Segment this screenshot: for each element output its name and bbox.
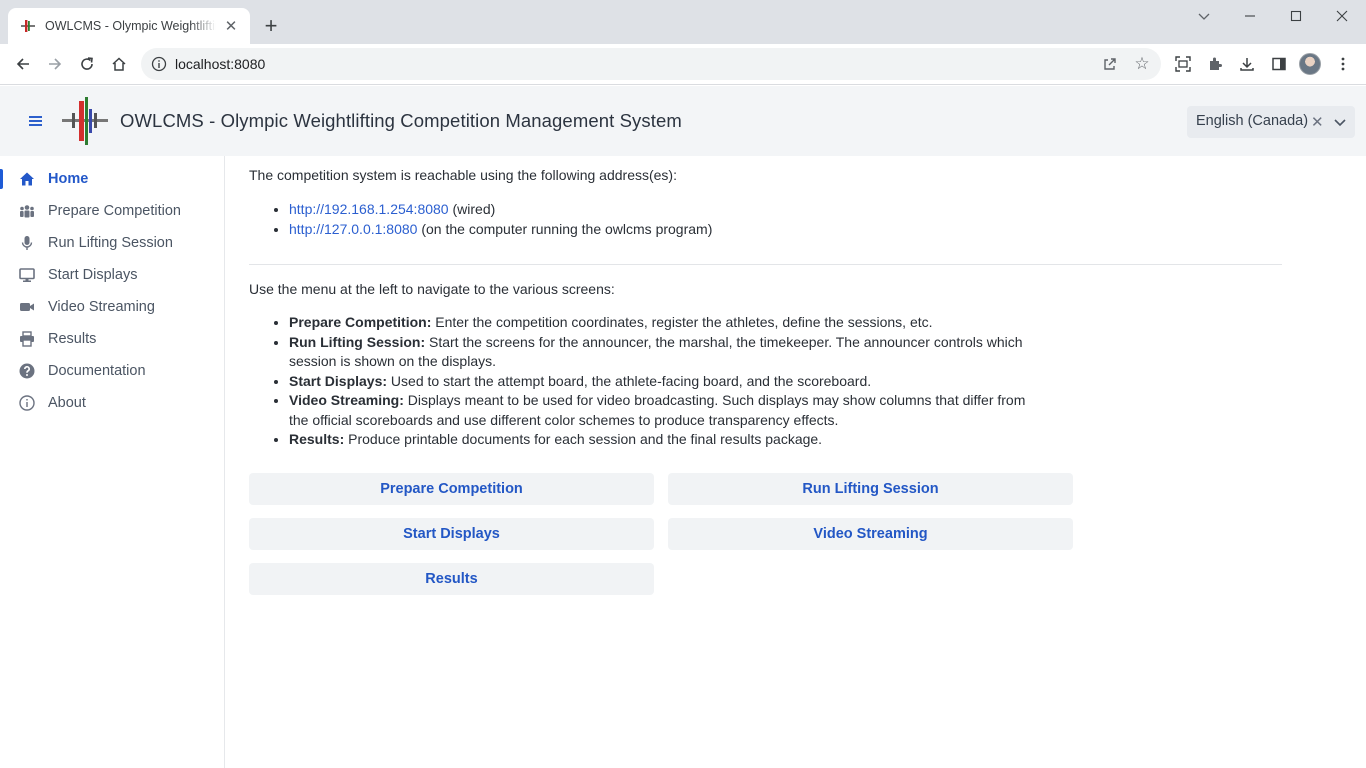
screen-capture-icon[interactable]	[1169, 50, 1197, 78]
address-link[interactable]: http://192.168.1.254:8080	[289, 201, 449, 217]
info-icon	[19, 395, 35, 411]
video-camera-icon	[20, 303, 34, 311]
sidebar-item-label: Start Displays	[48, 267, 138, 283]
owlcms-logo	[62, 97, 108, 145]
divider	[249, 264, 1282, 265]
home-icon	[20, 172, 34, 186]
reload-icon[interactable]	[73, 50, 101, 78]
list-item: Prepare Competition: Enter the competiti…	[289, 313, 1039, 333]
app-header: OWLCMS - Olympic Weightlifting Competiti…	[0, 86, 1366, 156]
minimize-icon[interactable]	[1227, 0, 1273, 32]
sidebar-item-label: Video Streaming	[48, 299, 155, 315]
extensions-icon[interactable]	[1201, 50, 1229, 78]
address-bar[interactable]: localhost:8080 ☆	[141, 48, 1161, 80]
app-title: OWLCMS - Olympic Weightlifting Competiti…	[120, 110, 682, 131]
browser-tabstrip: OWLCMS - Olympic Weightlifting Competiti…	[0, 0, 1366, 44]
sidebar-item-label: Documentation	[48, 363, 146, 379]
sidebar-item-home[interactable]: Home	[0, 163, 224, 195]
reach-intro-text: The competition system is reachable usin…	[249, 167, 677, 183]
sidebar-item-results[interactable]: Results	[0, 323, 224, 355]
description-text: Produce printable documents for each ses…	[344, 431, 823, 447]
address-url: localhost:8080	[175, 56, 266, 72]
menu-toggle-icon[interactable]	[26, 111, 46, 131]
microphone-icon	[21, 236, 33, 250]
video-streaming-button[interactable]: Video Streaming	[668, 518, 1073, 550]
list-item: Results: Produce printable documents for…	[289, 430, 1039, 450]
description-text: Enter the competition coordinates, regis…	[431, 314, 933, 330]
language-value: English (Canada)	[1196, 113, 1309, 129]
description-term: Video Streaming:	[289, 392, 404, 408]
sidebar-item-label: Home	[48, 171, 89, 187]
description-term: Start Displays:	[289, 372, 388, 389]
users-icon	[20, 205, 34, 218]
tab-title: OWLCMS - Olympic Weightlifting Competiti…	[45, 19, 216, 33]
sidebar-item-label: Prepare Competition	[48, 203, 181, 219]
tab-search-icon[interactable]	[1181, 0, 1227, 32]
description-text: Used to start the attempt board, the ath…	[387, 372, 872, 389]
desktop-icon	[19, 268, 35, 282]
address-list: http://192.168.1.254:8080 (wired) http:/…	[249, 200, 712, 239]
start-displays-button[interactable]: Start Displays	[249, 518, 654, 550]
sidebar-item-label: About	[48, 395, 86, 411]
sidebar-item-documentation[interactable]: Documentation	[0, 355, 224, 387]
list-item: http://127.0.0.1:8080 (on the computer r…	[289, 220, 712, 240]
address-link[interactable]: http://127.0.0.1:8080	[289, 221, 417, 237]
address-note: (wired)	[448, 201, 496, 217]
site-info-icon[interactable]	[151, 56, 167, 72]
home-browser-icon[interactable]	[105, 50, 133, 78]
window-close-icon[interactable]	[1319, 0, 1365, 32]
sidebar-item-prepare-competition[interactable]: Prepare Competition	[0, 195, 224, 227]
screen-description-list: Prepare Competition: Enter the competiti…	[249, 313, 1039, 450]
maximize-icon[interactable]	[1273, 0, 1319, 32]
new-tab-button[interactable]: +	[259, 14, 283, 38]
results-button[interactable]: Results	[249, 563, 654, 595]
chevron-down-icon[interactable]	[1333, 115, 1347, 129]
browser-tab[interactable]: OWLCMS - Olympic Weightlifting Competiti…	[8, 8, 250, 44]
address-note: (on the computer running the owlcms prog…	[417, 220, 713, 237]
language-select[interactable]: English (Canada) ✕	[1187, 106, 1355, 138]
sidebar-item-label: Run Lifting Session	[48, 235, 173, 251]
profile-avatar[interactable]	[1299, 53, 1321, 75]
printer-icon	[20, 331, 34, 347]
run-lifting-session-button[interactable]: Run Lifting Session	[668, 473, 1073, 505]
back-icon[interactable]	[9, 50, 37, 78]
side-panel-icon[interactable]	[1265, 50, 1293, 78]
list-item: http://192.168.1.254:8080 (wired)	[289, 200, 712, 220]
browser-menu-icon[interactable]	[1329, 50, 1357, 78]
forward-icon[interactable]	[41, 50, 69, 78]
list-item: Run Lifting Session: Start the screens f…	[289, 333, 1039, 372]
sidebar-item-video-streaming[interactable]: Video Streaming	[0, 291, 224, 323]
bookmark-star-icon[interactable]: ☆	[1131, 53, 1153, 75]
prepare-competition-button[interactable]: Prepare Competition	[249, 473, 654, 505]
list-item: Video Streaming: Displays meant to be us…	[289, 391, 1039, 430]
sidebar-nav: Home Prepare Competition Run Lifting Ses…	[0, 156, 225, 768]
clear-icon[interactable]: ✕	[1311, 113, 1324, 131]
description-term: Prepare Competition:	[289, 314, 432, 330]
list-item: Start Displays: Used to start the attemp…	[289, 372, 1039, 392]
sidebar-item-start-displays[interactable]: Start Displays	[0, 259, 224, 291]
sidebar-item-about[interactable]: About	[0, 387, 224, 419]
share-icon[interactable]	[1099, 53, 1121, 75]
download-icon[interactable]	[1233, 50, 1261, 78]
description-term: Run Lifting Session:	[289, 333, 426, 350]
menu-intro-text: Use the menu at the left to navigate to …	[249, 281, 615, 297]
tab-close-icon[interactable]: ✕	[222, 17, 240, 35]
browser-toolbar: localhost:8080 ☆	[0, 44, 1366, 85]
question-icon	[19, 363, 35, 379]
sidebar-item-run-lifting-session[interactable]: Run Lifting Session	[0, 227, 224, 259]
owlcms-favicon-icon	[21, 20, 35, 32]
description-term: Results:	[289, 431, 345, 447]
sidebar-item-label: Results	[48, 331, 97, 347]
